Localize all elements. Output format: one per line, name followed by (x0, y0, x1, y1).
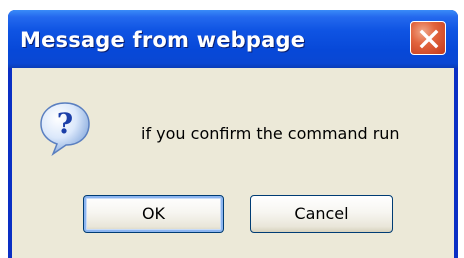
ok-button[interactable]: OK (83, 195, 224, 233)
message-text: if you confirm the command run (141, 124, 400, 143)
close-button[interactable] (410, 21, 446, 55)
cancel-button[interactable]: Cancel (250, 195, 393, 233)
dialog-window: Message from webpage ? if you confirm th… (8, 10, 458, 258)
title-bar[interactable]: Message from webpage (8, 10, 458, 68)
dialog-title: Message from webpage (20, 28, 306, 52)
dialog-body: ? if you confirm the command run OK Canc… (12, 68, 454, 258)
question-icon: ? (40, 102, 90, 156)
close-icon (419, 29, 439, 49)
svg-text:?: ? (57, 107, 73, 140)
